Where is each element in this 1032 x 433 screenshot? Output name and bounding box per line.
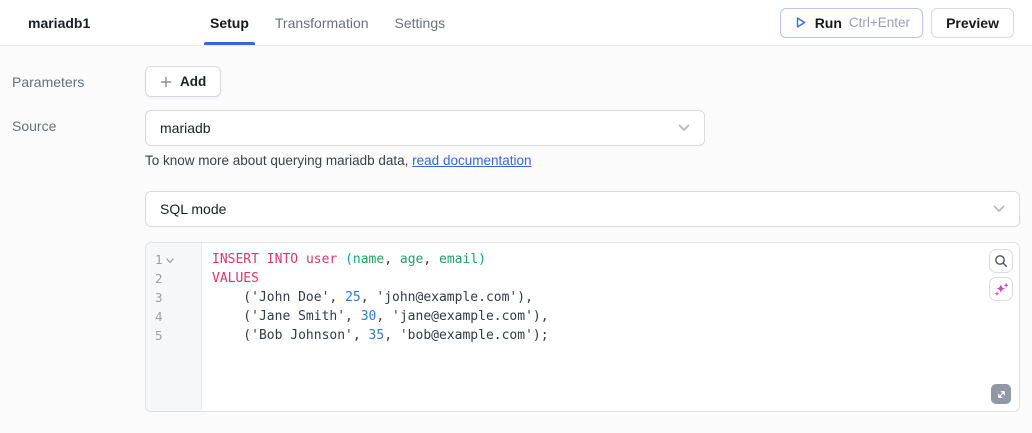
parameters-label: Parameters [12,66,145,90]
source-label: Source [12,110,145,134]
source-help-text: To know more about querying mariadb data… [145,153,1020,168]
chevron-down-icon [678,124,690,132]
header-actions: Run Ctrl+Enter Preview [780,0,1032,45]
ai-assist-button[interactable] [989,277,1013,301]
parameters-row: Parameters Add [12,66,1020,97]
add-parameter-button[interactable]: Add [145,66,221,97]
source-select-value: mariadb [160,120,211,136]
expand-editor-button[interactable] [991,384,1011,404]
read-documentation-link[interactable]: read documentation [412,153,531,168]
search-icon [994,254,1008,268]
code-line[interactable]: ('John Doe', 25, 'john@example.com'), [212,288,1019,307]
line-number: 3 [146,288,201,307]
line-number: 4 [146,307,201,326]
run-button[interactable]: Run Ctrl+Enter [780,8,923,38]
query-editor-header: mariadb1 Setup Transformation Settings R… [0,0,1032,46]
expand-icon [996,389,1007,400]
tab-bar: Setup Transformation Settings [208,0,447,45]
chevron-down-icon [993,205,1005,213]
tab-setup[interactable]: Setup [208,0,251,45]
source-row: Source mariadb To know more about queryi… [12,110,1020,168]
search-button[interactable] [989,249,1013,273]
add-parameter-label: Add [180,74,206,89]
query-setup-panel: Parameters Add Source mariadb [0,46,1032,412]
editor-code[interactable]: INSERT INTO user (name, age, email)VALUE… [202,243,1019,411]
source-select[interactable]: mariadb [145,110,705,146]
tab-settings[interactable]: Settings [393,0,448,45]
line-number: 2 [146,269,201,288]
run-button-label: Run [815,15,842,31]
ai-sparkle-icon [994,282,1009,297]
code-line[interactable]: ('Jane Smith', 30, 'jane@example.com'), [212,307,1019,326]
mode-row: SQL mode 12345 INSERT INTO user (name, a… [12,191,1020,412]
editor-toolbar [989,249,1013,301]
source-help-prefix: To know more about querying mariadb data… [145,153,408,168]
tab-settings-label: Settings [395,15,446,31]
sql-mode-value: SQL mode [160,201,226,217]
sql-editor[interactable]: 12345 INSERT INTO user (name, age, email… [145,242,1020,412]
query-name[interactable]: mariadb1 [0,0,208,45]
run-shortcut: Ctrl+Enter [849,15,910,30]
tab-transformation[interactable]: Transformation [273,0,371,45]
play-icon [793,15,808,30]
editor-gutter: 12345 [146,243,202,411]
code-line[interactable]: INSERT INTO user (name, age, email) [212,250,1019,269]
line-number: 1 [146,250,201,269]
tab-transformation-label: Transformation [275,15,369,31]
tab-setup-label: Setup [210,15,249,31]
mode-row-spacer [12,191,145,199]
code-line[interactable]: ('Bob Johnson', 35, 'bob@example.com'); [212,326,1019,345]
sql-mode-select[interactable]: SQL mode [145,191,1020,227]
line-number: 5 [146,326,201,345]
plus-icon [160,76,172,88]
fold-arrow-icon[interactable] [166,258,174,264]
preview-button[interactable]: Preview [931,8,1014,38]
code-line[interactable]: VALUES [212,269,1019,288]
